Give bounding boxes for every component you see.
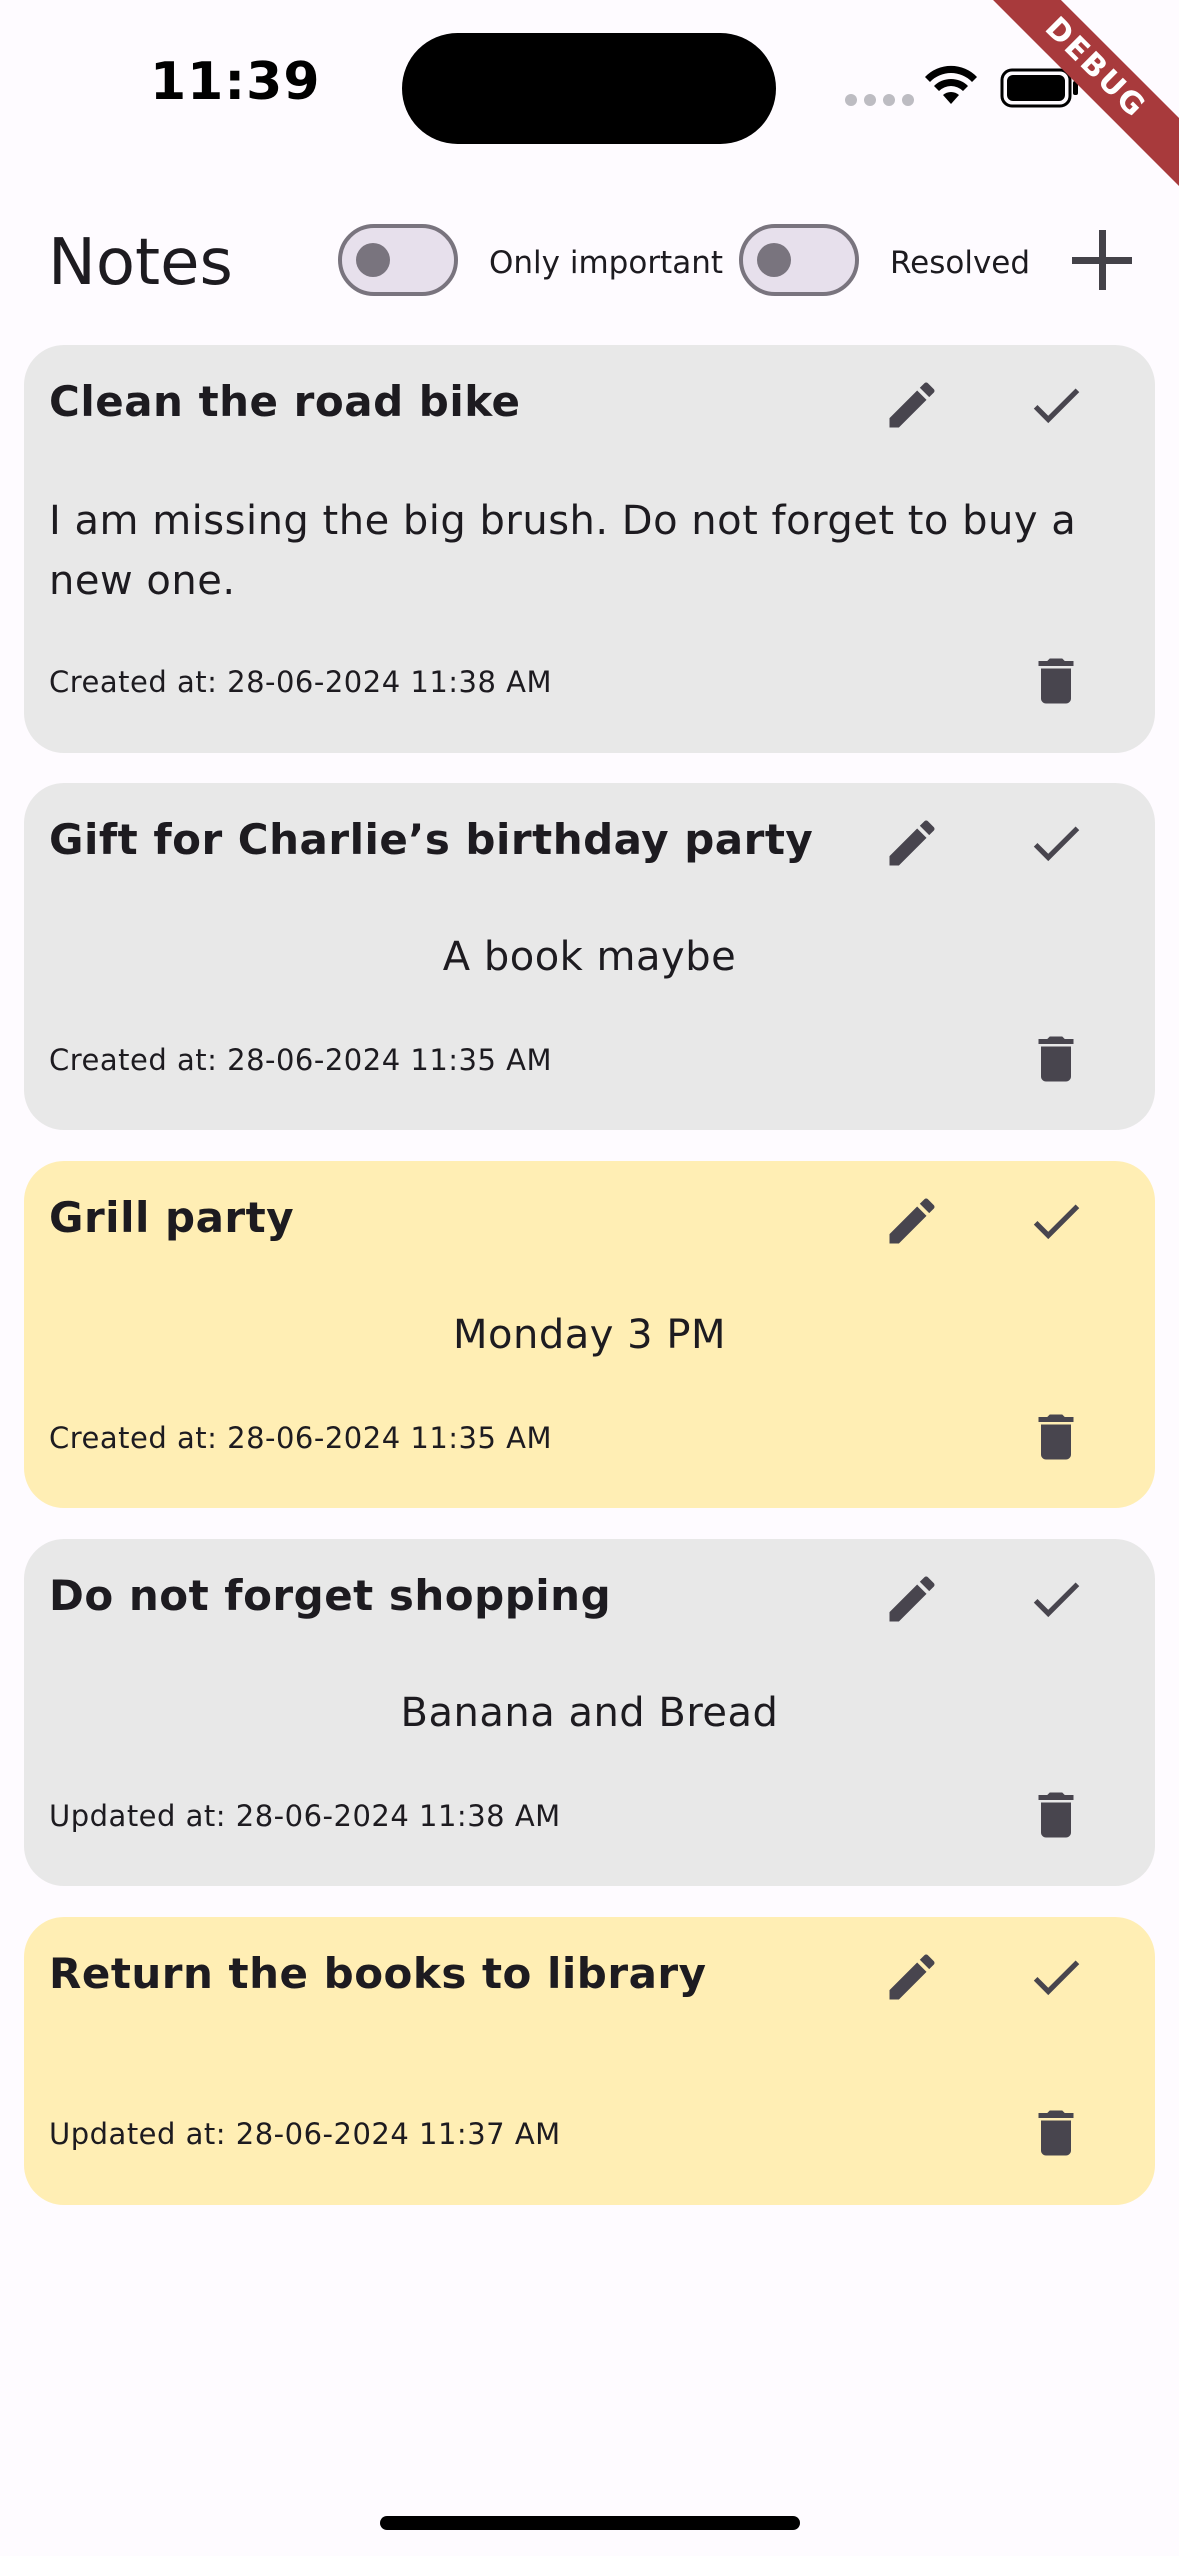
resolve-button[interactable] <box>1020 1563 1092 1635</box>
toggle-knob <box>757 243 791 277</box>
check-icon <box>1033 1960 1080 1996</box>
edit-button[interactable] <box>876 369 948 441</box>
note-title: Grill party <box>49 1193 295 1242</box>
note-card[interactable]: Do not forget shopping Banana and Bread … <box>24 1539 1155 1886</box>
note-card[interactable]: Return the books to library Updated at: … <box>24 1917 1155 2205</box>
note-date: Updated at: 28-06-2024 11:37 AM <box>49 2117 561 2151</box>
pencil-icon <box>889 1576 935 1622</box>
note-card[interactable]: Clean the road bike I am missing the big… <box>24 345 1155 753</box>
debug-banner: DEBUG <box>979 0 1179 200</box>
note-card[interactable]: Grill party Monday 3 PM Created at: 28-0… <box>24 1161 1155 1508</box>
delete-button[interactable] <box>1020 1401 1092 1473</box>
note-title: Clean the road bike <box>49 377 521 426</box>
note-date: Created at: 28-06-2024 11:35 AM <box>49 1043 553 1077</box>
trash-icon <box>1038 658 1074 704</box>
note-title: Gift for Charlie’s birthday party <box>49 815 814 864</box>
home-indicator[interactable] <box>380 2516 800 2530</box>
delete-button[interactable] <box>1020 645 1092 717</box>
delete-button[interactable] <box>1020 2097 1092 2169</box>
check-icon <box>1033 826 1080 862</box>
check-icon <box>1033 1582 1080 1618</box>
only-important-label: Only important <box>489 245 724 281</box>
resolve-button[interactable] <box>1020 1185 1092 1257</box>
pencil-icon <box>889 1954 935 2000</box>
debug-banner-label: DEBUG <box>979 0 1179 192</box>
note-title: Do not forget shopping <box>49 1571 612 1620</box>
note-title: Return the books to library <box>49 1949 707 1998</box>
note-date: Created at: 28-06-2024 11:38 AM <box>49 665 553 699</box>
status-time: 11:39 <box>150 52 321 112</box>
note-body: A book maybe <box>442 934 737 980</box>
note-card[interactable]: Gift for Charlie’s birthday party A book… <box>24 783 1155 1130</box>
resolve-button[interactable] <box>1020 807 1092 879</box>
resolve-button[interactable] <box>1020 1941 1092 2013</box>
trash-icon <box>1038 2110 1074 2156</box>
edit-button[interactable] <box>876 1941 948 2013</box>
trash-icon <box>1038 1414 1074 1460</box>
pencil-icon <box>889 382 935 428</box>
cellular-signal-icon <box>845 94 914 106</box>
delete-button[interactable] <box>1020 1779 1092 1851</box>
delete-button[interactable] <box>1020 1023 1092 1095</box>
resolved-label: Resolved <box>890 245 1031 281</box>
add-note-button[interactable] <box>1066 224 1138 296</box>
app-bar: Notes Only important Resolved <box>0 200 1179 325</box>
edit-button[interactable] <box>876 1185 948 1257</box>
pencil-icon <box>889 820 935 866</box>
edit-button[interactable] <box>876 807 948 879</box>
only-important-toggle[interactable] <box>338 224 458 296</box>
note-body: Banana and Bread <box>400 1690 779 1736</box>
wifi-icon <box>925 65 977 104</box>
edit-button[interactable] <box>876 1563 948 1635</box>
dynamic-island <box>402 33 776 144</box>
note-body: I am missing the big brush. Do not forge… <box>49 498 1077 604</box>
note-date: Created at: 28-06-2024 11:35 AM <box>49 1421 553 1455</box>
resolve-button[interactable] <box>1020 369 1092 441</box>
page-title: Notes <box>48 226 233 300</box>
resolved-toggle[interactable] <box>739 224 859 296</box>
note-date: Updated at: 28-06-2024 11:38 AM <box>49 1799 561 1833</box>
trash-icon <box>1038 1036 1074 1082</box>
check-icon <box>1033 1204 1080 1240</box>
toggle-knob <box>356 243 390 277</box>
status-bar: 11:39 DEBUG <box>0 0 1179 192</box>
pencil-icon <box>889 1198 935 1244</box>
check-icon <box>1033 388 1080 424</box>
note-body: Monday 3 PM <box>453 1312 726 1358</box>
trash-icon <box>1038 1792 1074 1838</box>
